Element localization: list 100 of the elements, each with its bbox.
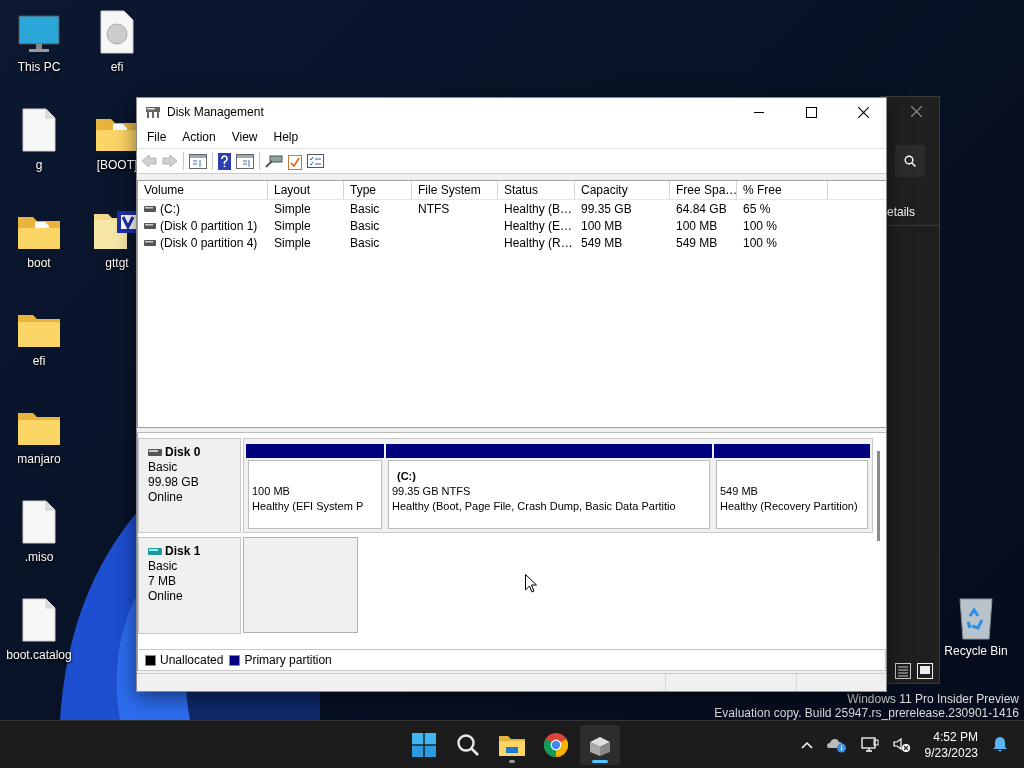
partition-status: Healthy (Recovery Partition) bbox=[720, 499, 859, 514]
partition-block[interactable]: (C:) 99.35 GB NTFS Healthy (Boot, Page File, Crash Dump, Basic Data Partitio bbox=[388, 460, 710, 529]
disk-name: Disk 1 bbox=[165, 544, 201, 559]
taskbar-app-button[interactable] bbox=[580, 725, 620, 765]
disk-size: 7 MB bbox=[148, 574, 177, 589]
speaker-muted-icon[interactable] bbox=[892, 736, 911, 753]
table-cell[interactable]: (Disk 0 partition 1) bbox=[160, 218, 258, 233]
running-indicator bbox=[509, 760, 515, 763]
running-indicator bbox=[592, 760, 608, 763]
table-cell: Healthy (R… bbox=[504, 235, 573, 250]
preview-view-icon[interactable] bbox=[917, 663, 933, 679]
column-header[interactable]: Capacity bbox=[575, 181, 670, 199]
help-icon[interactable] bbox=[218, 152, 231, 170]
table-cell: Healthy (B… bbox=[504, 201, 573, 216]
volume-icon bbox=[144, 222, 156, 229]
list-view-icon[interactable] bbox=[895, 663, 911, 679]
partition-size: 99.35 GB NTFS bbox=[392, 484, 472, 499]
search-button[interactable] bbox=[895, 145, 925, 177]
table-cell[interactable]: (C:) bbox=[160, 201, 180, 216]
disk-drive-icon bbox=[145, 105, 161, 119]
table-cell: Healthy (E… bbox=[504, 218, 573, 233]
column-header[interactable]: Volume bbox=[138, 181, 268, 199]
partition-size: 100 MB bbox=[252, 484, 291, 499]
column-header[interactable]: Type bbox=[344, 181, 412, 199]
clock-time: 4:52 PM bbox=[933, 728, 978, 745]
disk-label-panel[interactable]: Disk 0 Basic 99.98 GB Online bbox=[138, 438, 241, 533]
partition-name: (C:) bbox=[396, 469, 417, 484]
clock-date: 9/23/2023 bbox=[924, 744, 978, 761]
file-icon bbox=[22, 500, 56, 544]
column-header[interactable]: File System bbox=[412, 181, 498, 199]
table-cell: 99.35 GB bbox=[581, 201, 632, 216]
desktop-icon-label[interactable]: efi bbox=[110, 60, 124, 74]
table-cell[interactable]: (Disk 0 partition 4) bbox=[160, 235, 258, 250]
network-icon[interactable] bbox=[860, 736, 879, 753]
action-pane-icon[interactable] bbox=[236, 153, 254, 169]
table-cell: Basic bbox=[350, 235, 380, 250]
chrome-logo-icon bbox=[544, 733, 568, 757]
desktop-icon-label[interactable]: .miso bbox=[24, 550, 54, 564]
disk-drive-icon bbox=[588, 734, 612, 756]
volume-icon bbox=[144, 239, 156, 246]
disk-label-panel[interactable]: Disk 1 Basic 7 MB Online bbox=[138, 537, 241, 634]
partition-size: 549 MB bbox=[720, 484, 759, 499]
legend-label: Primary partition bbox=[244, 653, 332, 667]
properties-icon[interactable] bbox=[307, 154, 324, 168]
close-icon bbox=[857, 106, 869, 118]
column-header[interactable]: Status bbox=[498, 181, 575, 199]
menu-item[interactable]: Action bbox=[174, 130, 224, 144]
disk-name: Disk 0 bbox=[165, 445, 201, 460]
close-icon[interactable] bbox=[911, 106, 922, 117]
menu-item[interactable]: Help bbox=[265, 130, 307, 144]
menu-item[interactable]: View bbox=[223, 130, 266, 144]
watermark-text: Windows 11 Pro Insider Preview bbox=[846, 692, 1019, 706]
desktop-icon-label[interactable]: [BOOT] bbox=[96, 158, 138, 172]
notification-bell-icon[interactable] bbox=[992, 736, 1008, 753]
table-cell: 65 % bbox=[743, 201, 771, 216]
partition-block[interactable]: 549 MB Healthy (Recovery Partition) bbox=[716, 460, 868, 529]
table-cell: 549 MB bbox=[676, 235, 718, 250]
volume-icon bbox=[144, 205, 156, 212]
checklist-icon[interactable] bbox=[288, 152, 302, 170]
watermark-text: Evaluation copy. Build 25947.rs_prerelease.230901-1416 bbox=[714, 706, 1019, 720]
table-cell: Simple bbox=[274, 218, 311, 233]
column-header[interactable]: % Free bbox=[737, 181, 828, 199]
file-icon bbox=[22, 108, 56, 152]
disk-type: Basic bbox=[148, 460, 179, 475]
desktop-icon-label[interactable]: gttgt bbox=[105, 256, 129, 270]
search-icon bbox=[904, 155, 916, 167]
disk-size: 99.98 GB bbox=[148, 475, 200, 490]
desktop-icon-label[interactable]: boot bbox=[27, 256, 51, 270]
folder-icon bbox=[17, 410, 61, 446]
console-tree-icon[interactable] bbox=[189, 153, 207, 169]
file-icon bbox=[22, 598, 56, 642]
folder-icon bbox=[17, 214, 61, 250]
desktop-icon-label[interactable]: g bbox=[35, 158, 43, 172]
windows-logo-icon bbox=[412, 733, 436, 757]
disk-status: Online bbox=[148, 490, 184, 505]
partition-block[interactable]: 100 MB Healthy (EFI System P bbox=[248, 460, 382, 529]
connect-icon[interactable] bbox=[265, 154, 283, 168]
column-header[interactable]: Layout bbox=[268, 181, 344, 199]
desktop-icon-label[interactable]: This PC bbox=[17, 60, 61, 74]
table-cell: 100 MB bbox=[581, 218, 623, 233]
folder-icon bbox=[499, 734, 525, 756]
table-cell: Simple bbox=[274, 201, 311, 216]
scrollbar[interactable] bbox=[877, 451, 880, 541]
disk-type: Basic bbox=[148, 559, 179, 574]
tab-label[interactable]: etails bbox=[887, 205, 915, 219]
table-cell: NTFS bbox=[418, 201, 450, 216]
desktop-icon-label[interactable]: efi bbox=[32, 354, 46, 368]
partition-status: Healthy (Boot, Page File, Crash Dump, Basic Data Partitio bbox=[392, 499, 677, 514]
desktop-icon-label[interactable]: Recycle Bin bbox=[944, 644, 1008, 658]
menu-item[interactable]: File bbox=[139, 130, 175, 144]
chevron-up-icon[interactable] bbox=[800, 740, 813, 749]
clock[interactable]: 4:52 PM 9/23/2023 bbox=[924, 728, 978, 761]
desktop-icon-label[interactable]: manjaro bbox=[17, 452, 61, 466]
column-header[interactable]: Free Spa… bbox=[670, 181, 737, 199]
cloud-info-icon[interactable] bbox=[826, 736, 847, 753]
partition-status: Healthy (EFI System P bbox=[252, 499, 365, 514]
maximize-icon bbox=[805, 106, 817, 118]
table-cell: Basic bbox=[350, 218, 380, 233]
table-cell: 549 MB bbox=[581, 235, 623, 250]
folder-icon bbox=[17, 312, 61, 348]
